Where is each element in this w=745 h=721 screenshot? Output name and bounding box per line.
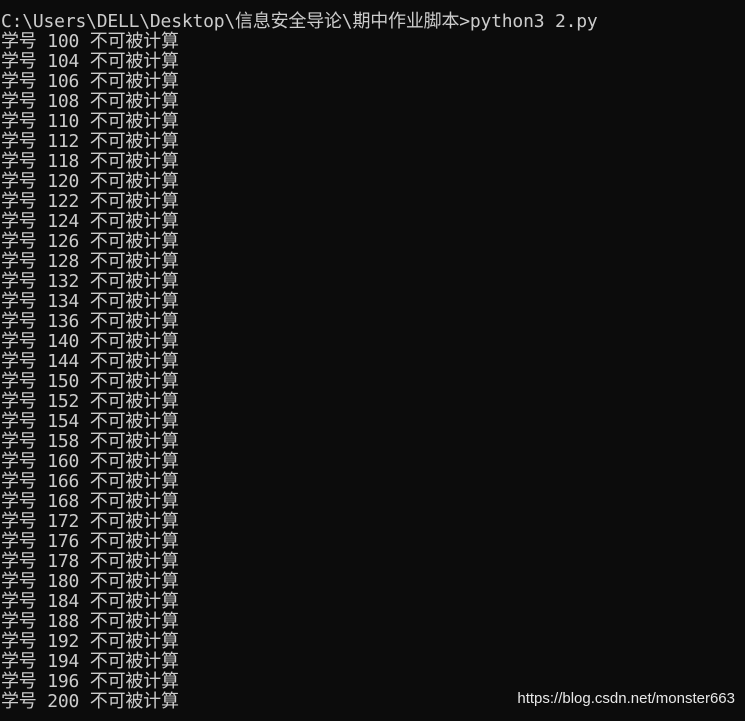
output-line: 学号 176 不可被计算 <box>1 531 179 552</box>
output-line: 学号 166 不可被计算 <box>1 471 179 492</box>
terminal-window[interactable]: C:\Users\DELL\Desktop\信息安全导论\期中作业脚本>pyth… <box>0 0 745 721</box>
output-line: 学号 108 不可被计算 <box>1 91 179 112</box>
output-line: 学号 118 不可被计算 <box>1 151 179 172</box>
output-line: 学号 104 不可被计算 <box>1 51 179 72</box>
output-line: 学号 144 不可被计算 <box>1 351 179 372</box>
output-line: 学号 126 不可被计算 <box>1 231 179 252</box>
output-line: 学号 168 不可被计算 <box>1 491 179 512</box>
output-line: 学号 152 不可被计算 <box>1 391 179 412</box>
output-line: 学号 178 不可被计算 <box>1 551 179 572</box>
output-line: 学号 136 不可被计算 <box>1 311 179 332</box>
output-line: 学号 194 不可被计算 <box>1 651 179 672</box>
output-line: 学号 100 不可被计算 <box>1 31 179 52</box>
output-line: 学号 188 不可被计算 <box>1 611 179 632</box>
output-line: 学号 200 不可被计算 <box>1 691 179 712</box>
output-line: 学号 124 不可被计算 <box>1 211 179 232</box>
output-line: 学号 110 不可被计算 <box>1 111 179 132</box>
output-line: 学号 150 不可被计算 <box>1 371 179 392</box>
output-line: 学号 120 不可被计算 <box>1 171 179 192</box>
output-line: 学号 184 不可被计算 <box>1 591 179 612</box>
output-line: 学号 112 不可被计算 <box>1 131 179 152</box>
output-line: 学号 140 不可被计算 <box>1 331 179 352</box>
output-line: 学号 122 不可被计算 <box>1 191 179 212</box>
output-line: 学号 132 不可被计算 <box>1 271 179 292</box>
output-line: 学号 134 不可被计算 <box>1 291 179 312</box>
output-line: 学号 128 不可被计算 <box>1 251 179 272</box>
output-line: 学号 172 不可被计算 <box>1 511 179 532</box>
output-line: 学号 106 不可被计算 <box>1 71 179 92</box>
output-line: 学号 154 不可被计算 <box>1 411 179 432</box>
output-line: 学号 180 不可被计算 <box>1 571 179 592</box>
output-line: 学号 160 不可被计算 <box>1 451 179 472</box>
command-prompt-line: C:\Users\DELL\Desktop\信息安全导论\期中作业脚本>pyth… <box>1 11 598 32</box>
watermark-url: https://blog.csdn.net/monster663 <box>517 690 735 707</box>
output-line: 学号 192 不可被计算 <box>1 631 179 652</box>
output-line: 学号 196 不可被计算 <box>1 671 179 692</box>
output-line: 学号 158 不可被计算 <box>1 431 179 452</box>
